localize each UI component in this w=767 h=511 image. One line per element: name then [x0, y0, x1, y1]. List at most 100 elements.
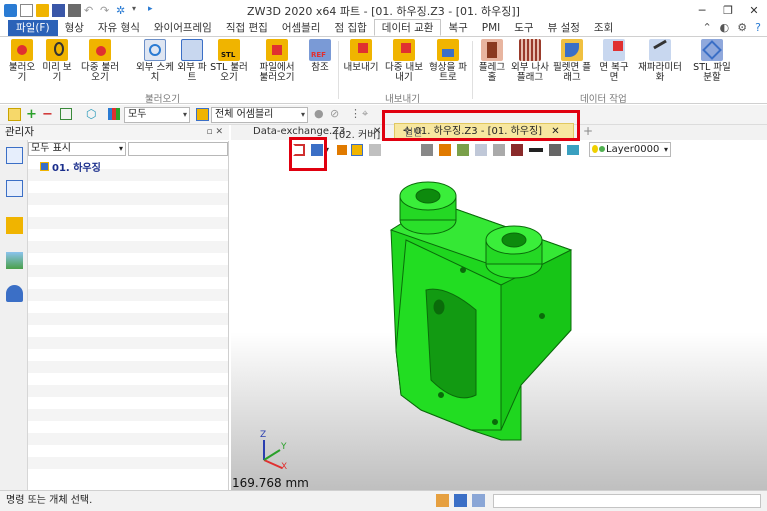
settings-icon[interactable]: ✲ — [116, 4, 129, 17]
tab-assembly[interactable]: 어셈블리 — [275, 20, 328, 36]
assembly-icon[interactable] — [196, 108, 209, 121]
housing-part-model[interactable] — [231, 140, 767, 490]
close-panel-icon[interactable]: ▫ ✕ — [206, 125, 223, 139]
pin-icon[interactable]: ● — [314, 107, 324, 120]
tree-rows — [28, 157, 228, 469]
command-input[interactable] — [493, 494, 761, 508]
close-button[interactable]: ✕ — [741, 0, 767, 20]
tab-query[interactable]: 조회 — [587, 20, 620, 36]
history-icon[interactable] — [6, 147, 23, 164]
user-icon[interactable] — [6, 285, 23, 302]
assembly-tree-icon[interactable] — [6, 180, 23, 197]
import-icon — [11, 39, 33, 61]
save-icon[interactable] — [52, 3, 65, 17]
window-controls: ─ ❐ ✕ — [689, 0, 767, 20]
dropdown-icon[interactable]: ▾ — [132, 4, 145, 17]
picture-icon[interactable] — [6, 252, 23, 269]
add-icon[interactable]: + — [26, 107, 37, 122]
redo-icon[interactable]: ↷ — [100, 4, 113, 17]
restore-button[interactable]: ❐ — [715, 0, 741, 20]
app-logo-icon[interactable] — [4, 3, 17, 17]
shape-pick-icon[interactable]: ⬡ — [86, 107, 96, 121]
grid-view-icon[interactable] — [436, 494, 449, 507]
repair-face-icon — [603, 39, 625, 61]
fillet-flag-button[interactable]: 필렛면 플래그 — [553, 39, 591, 83]
options-icon[interactable]: ⚙ — [737, 21, 747, 34]
reparameterize-button[interactable]: 재파라미터화 — [637, 39, 683, 83]
appearance-icon[interactable]: ◐ — [720, 21, 730, 34]
stl-split-button[interactable]: STL 파일 분할 — [692, 39, 732, 83]
tab-shape[interactable]: 형상 — [58, 20, 91, 36]
flag-hole-button[interactable]: 플레그 홀 — [475, 39, 509, 83]
multi-export-icon — [393, 39, 415, 61]
group-separator — [338, 41, 339, 99]
import-from-file-button[interactable]: 파일에서 불러오기 — [256, 39, 298, 83]
tree-root-item[interactable]: 01. 하우징 — [40, 159, 101, 174]
multi-import-button[interactable]: 다중 불러오기 — [80, 39, 120, 83]
filter-select[interactable]: 모두 ▾ — [124, 107, 190, 123]
new-tab-button[interactable]: + — [583, 124, 593, 139]
external-sketch-button[interactable]: 외부 스케치 — [136, 39, 174, 83]
reference-button[interactable]: REF 참조 — [303, 39, 337, 73]
tab-wireframe[interactable]: 와이어프레임 — [147, 20, 219, 36]
axis-x-label: X — [281, 462, 288, 472]
scale-readout: 169.768 mm — [232, 476, 309, 490]
highlight-exit-button — [289, 137, 327, 171]
tab-freeform[interactable]: 자유 형식 — [91, 20, 147, 36]
assembly-select[interactable]: 전체 어셈블리 ▾ — [211, 107, 308, 123]
tab-close-icon[interactable]: ✕ — [373, 126, 381, 137]
display-icon[interactable] — [472, 494, 485, 507]
external-thread-flag-button[interactable]: 외부 나사 플래그 — [511, 39, 549, 83]
multi-export-button[interactable]: 다중 내보내기 — [384, 39, 424, 83]
file-import-icon — [266, 39, 288, 61]
print-icon[interactable] — [68, 3, 81, 17]
minimize-button[interactable]: ─ — [689, 0, 715, 20]
grid-icon[interactable]: ⋮ — [350, 107, 361, 120]
more-icon[interactable]: ▸ — [148, 4, 161, 17]
highlight-active-tab — [382, 110, 580, 141]
export-button[interactable]: 내보내기 — [342, 39, 380, 73]
lock-icon[interactable]: ⊘ — [330, 107, 339, 120]
tab-data-exchange-doc[interactable]: Data-exchange.Z3 — [253, 126, 345, 137]
snap-icon[interactable]: ⌖ — [362, 107, 368, 121]
shape-to-part-button[interactable]: 형상을 파트로 — [428, 39, 468, 83]
stl-import-button[interactable]: STL STL 불러오기 — [210, 39, 248, 83]
external-part-button[interactable]: 외부 파트 — [175, 39, 209, 83]
axis-y-label: Y — [281, 442, 287, 452]
preview-button[interactable]: 미리 보기 — [40, 39, 74, 83]
import-button[interactable]: 불러오기 — [5, 39, 39, 83]
axis-z-label: Z — [260, 430, 267, 440]
tab-data-exchange[interactable]: 데이터 교환 — [373, 19, 442, 36]
show-filter-select[interactable]: 모두 표시 ▾ — [28, 142, 126, 156]
face-repair-button[interactable]: 면 복구 면 — [595, 39, 633, 83]
group-separator — [472, 41, 473, 99]
part-cube-icon — [40, 162, 49, 171]
chart-icon[interactable] — [108, 108, 120, 120]
fillet-icon — [561, 39, 583, 61]
search-input[interactable] — [128, 142, 228, 156]
part-library-icon[interactable] — [6, 217, 23, 234]
tab-view-settings[interactable]: 뷰 설정 — [541, 20, 587, 36]
select-arrow-icon[interactable] — [8, 108, 21, 121]
import-group-label: 불러오기 — [145, 94, 180, 105]
title-bar: ↶ ↷ ✲ ▾ ▸ ZW3D 2020 x64 파트 - [01. 하우징.Z3… — [0, 0, 767, 20]
tab-direct-edit[interactable]: 직접 편집 — [219, 20, 275, 36]
filter-icon[interactable] — [60, 108, 72, 120]
thread-icon — [519, 39, 541, 61]
new-file-icon[interactable] — [20, 3, 33, 17]
data-work-group-label: 데이터 작업 — [580, 94, 627, 105]
tab-point-cloud[interactable]: 점 집합 — [327, 20, 373, 36]
export-group-label: 내보내기 — [385, 94, 420, 105]
remove-icon[interactable]: − — [42, 107, 53, 122]
help-icon[interactable]: ? — [755, 21, 761, 34]
status-bar: 명령 또는 개체 선택. — [0, 490, 767, 511]
open-folder-icon[interactable] — [36, 3, 49, 17]
monitor-icon[interactable] — [454, 494, 467, 507]
tab-tools[interactable]: 도구 — [507, 20, 540, 36]
undo-icon[interactable]: ↶ — [84, 4, 97, 17]
3d-viewport[interactable]: ▾ Layer0000 ▾ 일반 Z Y X — [231, 128, 767, 490]
tab-file[interactable]: 파일(F) — [8, 20, 58, 36]
collapse-icon[interactable]: ⌃ — [702, 21, 711, 34]
tab-repair[interactable]: 복구 — [441, 20, 474, 36]
tab-pmi[interactable]: PMI — [475, 20, 508, 36]
